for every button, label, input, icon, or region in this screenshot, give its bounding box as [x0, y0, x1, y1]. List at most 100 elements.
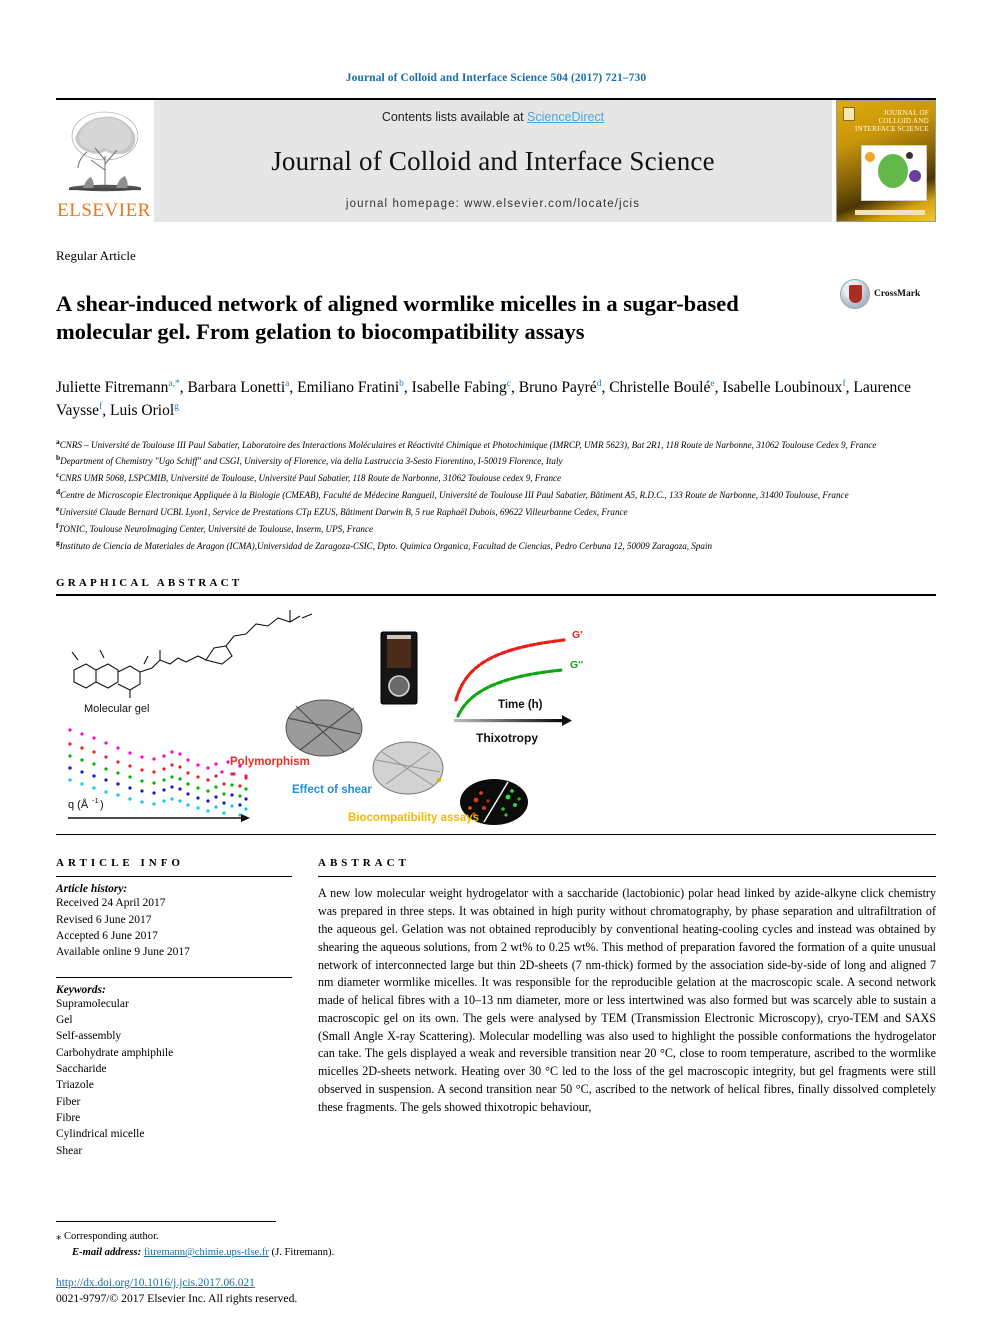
running-head: Journal of Colloid and Interface Science… [345, 72, 647, 84]
author-name: Bruno Payré [518, 379, 597, 397]
contents-lists-line: Contents lists available at ScienceDirec… [382, 110, 604, 124]
author-name: Emiliano Fratini [297, 379, 400, 397]
author-affiliation-marker: a,* [168, 379, 180, 390]
author-name: Barbara Lonetti [187, 379, 286, 397]
author-affiliation-marker: d [596, 379, 602, 390]
email-line: E-mail address: fitremann@chimie.ups-tls… [56, 1245, 526, 1261]
journal-title: Journal of Colloid and Interface Science [271, 145, 715, 176]
author-affiliation-marker: c [506, 379, 512, 390]
cover-purple-dot-icon [909, 170, 921, 182]
journal-cover-thumbnail: JOURNAL OF COLLOID AND INTERFACE SCIENCE [836, 100, 936, 222]
g-prime-label: G' [572, 629, 583, 641]
graphical-abstract-figure: Molecular gel q (Å -1) G' G'' Time (h) … [56, 602, 936, 830]
tem-micrograph-polymorphism [285, 699, 363, 757]
crossmark-icon [840, 279, 870, 309]
journal-band: Contents lists available at ScienceDirec… [154, 100, 832, 222]
crossmark-label: CrossMark [874, 289, 921, 299]
q-axis-label: q (Å [68, 798, 89, 811]
sciencedirect-link[interactable]: ScienceDirect [527, 110, 604, 124]
keyword-item: Cylindrical micelle [56, 1128, 145, 1141]
keywords-block: Keywords: Supramolecular Gel Self-assembly… [56, 976, 292, 1159]
title-row: A shear-induced network of aligned worml… [56, 275, 936, 361]
keyword-item: Saccharide [56, 1063, 107, 1076]
keyword-item: Fiber [56, 1095, 81, 1108]
author-name: Isabelle Loubinoux [722, 379, 843, 397]
contents-prefix: Contents lists available at [381, 110, 528, 124]
thixotropy-label: Thixotropy [476, 731, 538, 745]
keywords-title: Keywords: [56, 983, 106, 996]
affiliation-marker: c [56, 470, 60, 480]
svg-text:-1: -1 [92, 796, 99, 805]
affiliation-item: cCNRS UMR 5068, LSPCMIB, Université de T… [56, 470, 562, 484]
affiliation-marker: g [56, 537, 60, 547]
keywords-rule [56, 976, 292, 978]
article-info-rule [56, 876, 292, 878]
keyword-item: Triazole [56, 1079, 94, 1092]
affiliation-marker: b [56, 453, 61, 463]
author-name: Luis Oriol [109, 402, 175, 420]
email-owner: (J. Fitremann). [271, 1247, 335, 1259]
abstract-rule [318, 876, 936, 878]
author-affiliation-marker: e [710, 379, 715, 390]
affiliation-item: fTONIC, Toulouse NeuroImaging Center, Un… [56, 520, 374, 534]
affiliation-list: aCNRS – Université de Toulouse III Paul … [56, 436, 936, 554]
author-name: Christelle Boulé [609, 379, 711, 397]
keywords-list: Supramolecular Gel Self-assembly Carbohydra… [56, 996, 292, 1159]
graphical-abstract-heading: GRAPHICAL ABSTRACT [56, 577, 243, 590]
elsevier-wordmark: ELSEVIER [57, 200, 151, 221]
page-title: A shear-induced network of aligned worml… [56, 291, 739, 345]
author-list: Juliette Fitremanna,*, Barbara Lonettia,… [56, 379, 912, 420]
abstract-heading: ABSTRACT [318, 857, 410, 870]
elsevier-tree-icon [69, 111, 141, 192]
graphical-abstract-bottom-rule [56, 834, 936, 836]
keyword-item: Fibre [56, 1112, 81, 1125]
cover-orange-dot-icon [865, 152, 875, 162]
author-name: Juliette Fitremann [56, 379, 169, 397]
info-abstract-columns: ARTICLE INFO Article history: Received 2… [56, 857, 936, 1159]
article-history-item: Available online 9 June 2017 [56, 946, 190, 959]
article-history-title: Article history: [56, 883, 128, 896]
author-name: Isabelle Fabing [411, 379, 507, 397]
graphical-abstract-section: GRAPHICAL ABSTRACT Molecular gel q (Å -1… [56, 577, 936, 836]
affiliation-marker: d [56, 487, 61, 497]
cover-artwork [861, 145, 927, 201]
article-type: Regular Article [56, 248, 136, 263]
cover-title: COLLOID AND INTERFACE SCIENCE [855, 117, 929, 134]
article-history-list: Received 24 April 2017 Revised 6 June 201… [56, 895, 292, 960]
article-history-item: Received 24 April 2017 [56, 897, 166, 910]
crossmark-badge[interactable]: CrossMark [840, 275, 936, 309]
article-info-column: ARTICLE INFO Article history: Received 2… [56, 857, 318, 1159]
corresponding-marker: ⁎ [56, 1231, 62, 1243]
author-affiliation-marker: a [285, 379, 290, 390]
corresponding-label: Corresponding author. [63, 1231, 159, 1243]
polymorphism-label: Polymorphism [230, 756, 310, 769]
elsevier-logo: ELSEVIER [56, 100, 152, 222]
thixotropy-plot: G' G'' Time (h) Thixotropy [454, 629, 583, 745]
article-page: Journal of Colloid and Interface Science… [0, 0, 992, 1323]
doi-link[interactable]: http://dx.doi.org/10.1016/j.jcis.2017.06… [56, 1277, 255, 1289]
copyright-line: 0021-9797/© 2017 Elsevier Inc. All right… [56, 1292, 298, 1305]
abstract-text: A new low molecular weight hydrogelator … [318, 886, 936, 1114]
email-label: E-mail address: [72, 1247, 142, 1259]
cover-kicker: JOURNAL OF [883, 109, 929, 117]
keyword-item: Shear [56, 1144, 83, 1157]
affiliation-item: eUniversité Claude Bernard UCBL Lyon1, S… [56, 503, 628, 517]
author-affiliation-marker: b [399, 379, 404, 390]
affiliation-item: gInstituto de Ciencia de Materiales de A… [56, 537, 713, 551]
g-double-prime-label: G'' [570, 659, 583, 671]
graphical-abstract-canvas: Molecular gel q (Å -1) G' G'' Time (h) … [68, 610, 583, 826]
effect-of-shear-label: Effect of shear [292, 784, 372, 797]
affiliation-marker: e [56, 503, 60, 513]
author-affiliation-marker: f [99, 402, 103, 413]
journal-homepage-line[interactable]: journal homepage: www.elsevier.com/locat… [346, 198, 640, 210]
article-history-item: Revised 6 June 2017 [56, 913, 152, 926]
graphical-abstract-top-rule [56, 594, 936, 597]
doi-block: http://dx.doi.org/10.1016/j.jcis.2017.06… [56, 1273, 297, 1305]
email-link[interactable]: fitremann@chimie.ups-tlse.fr [144, 1247, 269, 1258]
affiliation-item: bDepartment of Chemistry "Ugo Schiff" an… [56, 453, 563, 467]
molecular-structure-icon [71, 610, 313, 699]
cover-title-text: JOURNAL OF COLLOID AND INTERFACE SCIENCE [837, 109, 929, 133]
cover-dark-dot-icon [906, 152, 913, 159]
corresponding-author-line: ⁎ Corresponding author. [56, 1229, 526, 1245]
time-axis-label: Time (h) [498, 699, 543, 711]
